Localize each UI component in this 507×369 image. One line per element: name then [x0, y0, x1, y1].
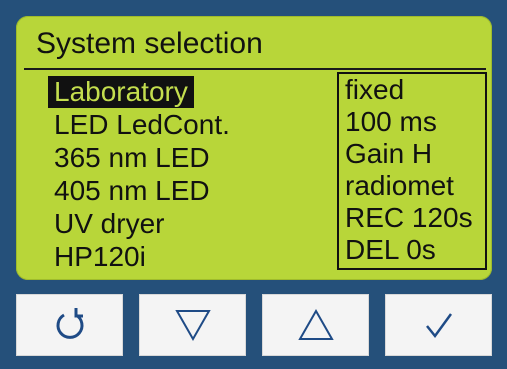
param-delay: DEL 0s: [345, 234, 436, 265]
up-button[interactable]: [262, 294, 369, 356]
menu-item-led-ledcont[interactable]: LED LedCont.: [48, 109, 236, 141]
back-arrow-icon: [56, 308, 83, 339]
menu-item-365nm-led[interactable]: 365 nm LED: [48, 142, 216, 174]
menu-item-405nm-led[interactable]: 405 nm LED: [48, 175, 216, 207]
checkmark-icon: [425, 313, 452, 339]
screen-title: System selection: [36, 27, 263, 60]
back-button[interactable]: [16, 294, 123, 356]
param-gain: Gain H: [345, 138, 433, 169]
param-unit: radiomet: [345, 170, 454, 201]
button-row: [16, 294, 492, 356]
down-button[interactable]: [139, 294, 246, 356]
menu-item-laboratory[interactable]: Laboratory: [48, 76, 194, 108]
triangle-down-icon: [174, 310, 211, 342]
triangle-up-icon: [297, 308, 334, 340]
system-list: Laboratory LED LedCont. 365 nm LED 405 n…: [48, 76, 288, 274]
confirm-button[interactable]: [385, 294, 492, 356]
device-bezel: System selection Laboratory LED LedCont.…: [0, 0, 507, 369]
menu-item-hp120i[interactable]: HP120i: [48, 241, 152, 273]
lcd-screen: System selection Laboratory LED LedCont.…: [16, 16, 492, 280]
param-interval: 100 ms: [345, 106, 437, 137]
param-record: REC 120s: [345, 202, 473, 233]
title-divider: [24, 68, 486, 70]
param-mode: fixed: [345, 74, 405, 105]
parameter-panel: fixed 100 ms Gain H radiomet REC 120s DE…: [337, 72, 487, 270]
menu-item-uv-dryer[interactable]: UV dryer: [48, 208, 170, 240]
